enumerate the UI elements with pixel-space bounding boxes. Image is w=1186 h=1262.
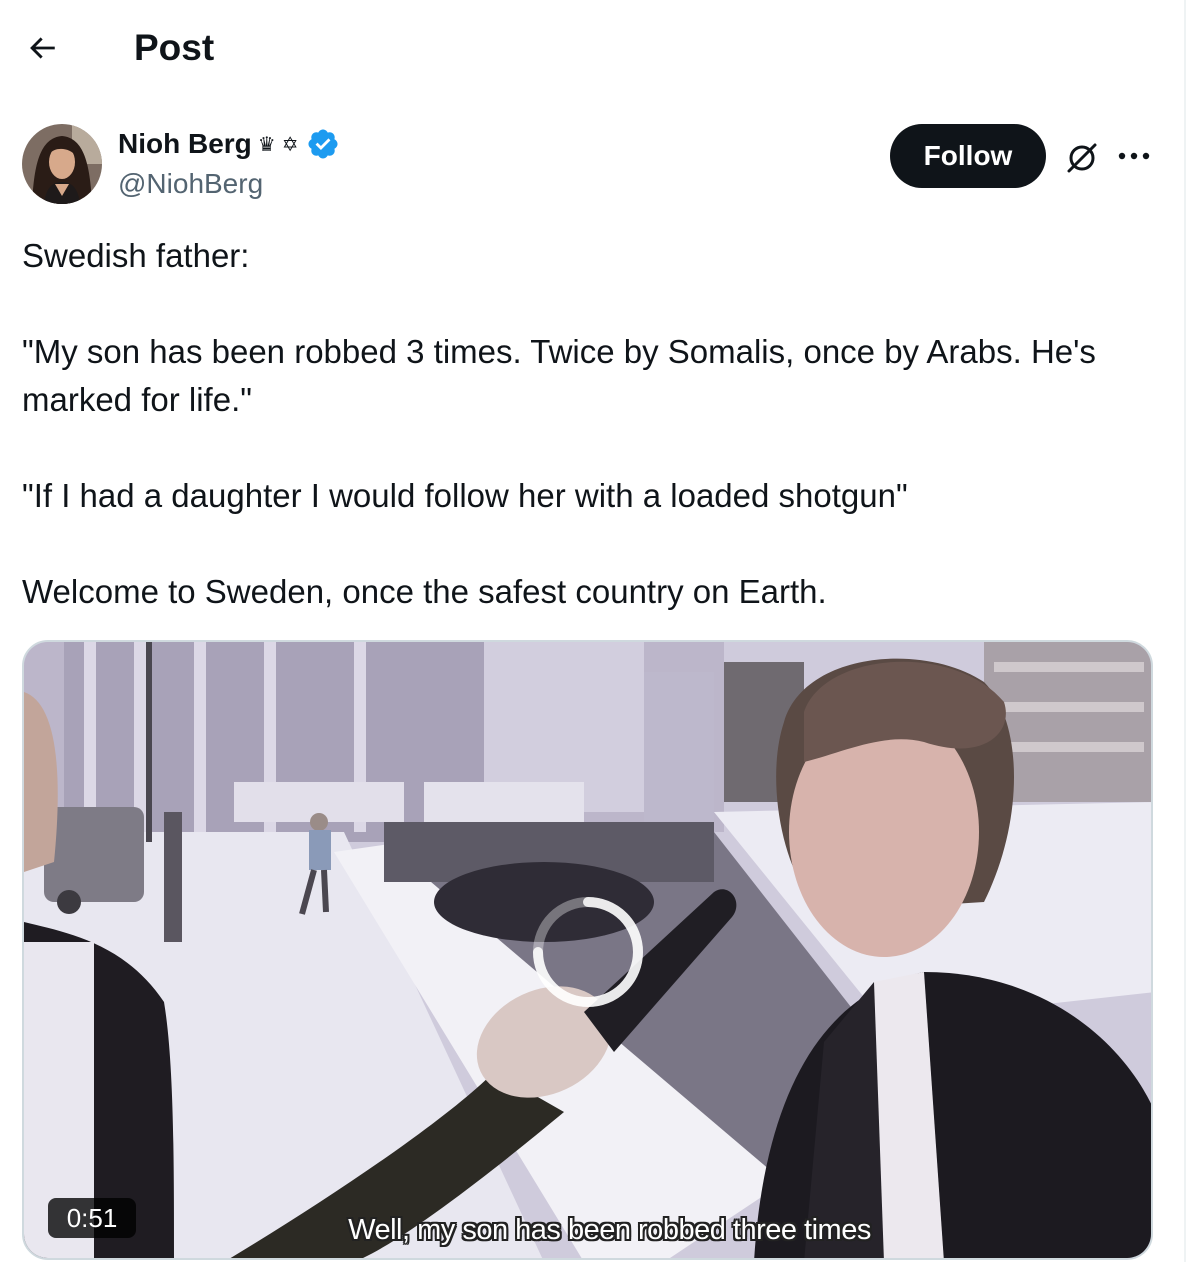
grok-icon [1067,143,1097,173]
back-button[interactable] [18,24,66,72]
star-of-david-emoji: ✡ [281,132,299,156]
video-subtitle: Well, my son has been robbed three times [348,1214,871,1246]
follow-button[interactable]: Follow [890,124,1046,188]
more-button[interactable] [1112,136,1156,176]
verified-badge-icon[interactable] [306,127,340,161]
tweet-paragraph: Swedish father: [22,237,250,274]
post-page: Post Nioh Berg ♛ ✡ @NiohBerg Follow Swed… [0,0,1186,1262]
tweet-paragraph: "My son has been robbed 3 times. Twice b… [22,333,1096,418]
profile-photo [22,124,102,204]
author-handle[interactable]: @NiohBerg [118,164,263,204]
top-bar: Post [0,0,1186,96]
crown-emoji: ♛ [257,132,276,156]
page-title: Post [134,27,215,68]
tweet-text: Swedish father: "My son has been robbed … [22,232,1162,616]
loading-spinner-icon [533,897,643,1007]
author-name-row: Nioh Berg ♛ ✡ [118,124,340,164]
grok-button[interactable] [1060,136,1104,180]
tweet-paragraph: "If I had a daughter I would follow her … [22,477,908,514]
arrow-left-icon [30,37,55,59]
more-horizontal-icon [1118,152,1150,160]
author-display-name[interactable]: Nioh Berg [118,124,252,164]
tweet-paragraph: Welcome to Sweden, once the safest count… [22,573,827,610]
avatar[interactable] [22,124,102,204]
video-player[interactable]: 0:51 Well, my son has been robbed three … [22,640,1153,1260]
